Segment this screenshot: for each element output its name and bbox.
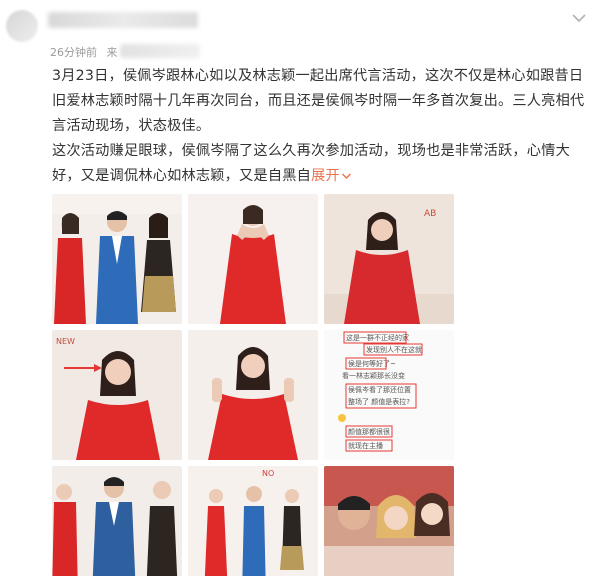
photo-heart-pose[interactable] <box>188 194 318 324</box>
chat-line: 就现在主播 <box>348 441 383 450</box>
photo-event-trio[interactable] <box>52 194 182 324</box>
expand-label: 展开 <box>310 168 340 184</box>
photo-arrow-closeup[interactable]: NEW <box>52 330 182 460</box>
post-paragraph-2: 这次活动赚足眼球，侯佩岑隔了这么久再次参加活动，现场也是非常活跃，心情大好，又是… <box>52 139 588 189</box>
chat-line: 侯是何等好了~ <box>348 359 396 368</box>
chat-line: 发现别人不在这就 <box>366 345 422 354</box>
photo-event-trio-2[interactable] <box>52 466 182 576</box>
avatar[interactable] <box>6 10 38 42</box>
expand-link[interactable]: 展开 <box>311 168 352 184</box>
weibo-post-card: 26分钟前 来 3月23日，侯佩岑跟林心如以及林志颖一起出席代言活动，这次不仅是… <box>0 0 605 576</box>
chat-line: 看一林志颖那长没变 <box>342 371 405 380</box>
post-paragraph-1: 3月23日，侯佩岑跟林心如以及林志颖一起出席代言活动，这次不仅是林心如跟昔日旧爱… <box>52 68 585 134</box>
username-blurred[interactable] <box>48 12 198 28</box>
post-meta: 26分钟前 来 <box>50 44 118 60</box>
post-source-prefix: 来 <box>106 46 118 59</box>
chat-line: 这是一群不正经的家 <box>346 333 409 342</box>
photo-chat-screenshot[interactable]: 这是一群不正经的家发现别人不在这就侯是何等好了~ 看一林志颖那长没变侯佩岑看了那还… <box>324 330 454 460</box>
photo-stage-lineup[interactable]: NO <box>188 466 318 576</box>
photo-peace-sign[interactable] <box>188 330 318 460</box>
svg-text:AB: AB <box>424 209 436 219</box>
photo-grid: AB NEW 这是一群不正经的家 发现别人不在这就 侯是何等好了~ 看一林志颖那… <box>52 194 456 576</box>
chevron-down-icon <box>341 173 351 180</box>
chevron-down-icon[interactable] <box>569 8 589 28</box>
chat-line: 颜值那都很很 <box>348 427 390 436</box>
photo-smiling-red-dress[interactable]: AB <box>324 194 454 324</box>
photo-group-closeup[interactable] <box>324 466 454 576</box>
post-time[interactable]: 26分钟前 <box>50 46 97 59</box>
svg-text:NEW: NEW <box>56 337 75 346</box>
chat-line: 侯佩岑看了那还位置 <box>348 385 411 394</box>
chat-line: 整场了 颜值是表拉? <box>348 397 410 406</box>
post-body: 3月23日，侯佩岑跟林心如以及林志颖一起出席代言活动，这次不仅是林心如跟昔日旧爱… <box>52 64 588 189</box>
post-source-blurred <box>120 44 200 58</box>
svg-text:NO: NO <box>262 469 274 478</box>
